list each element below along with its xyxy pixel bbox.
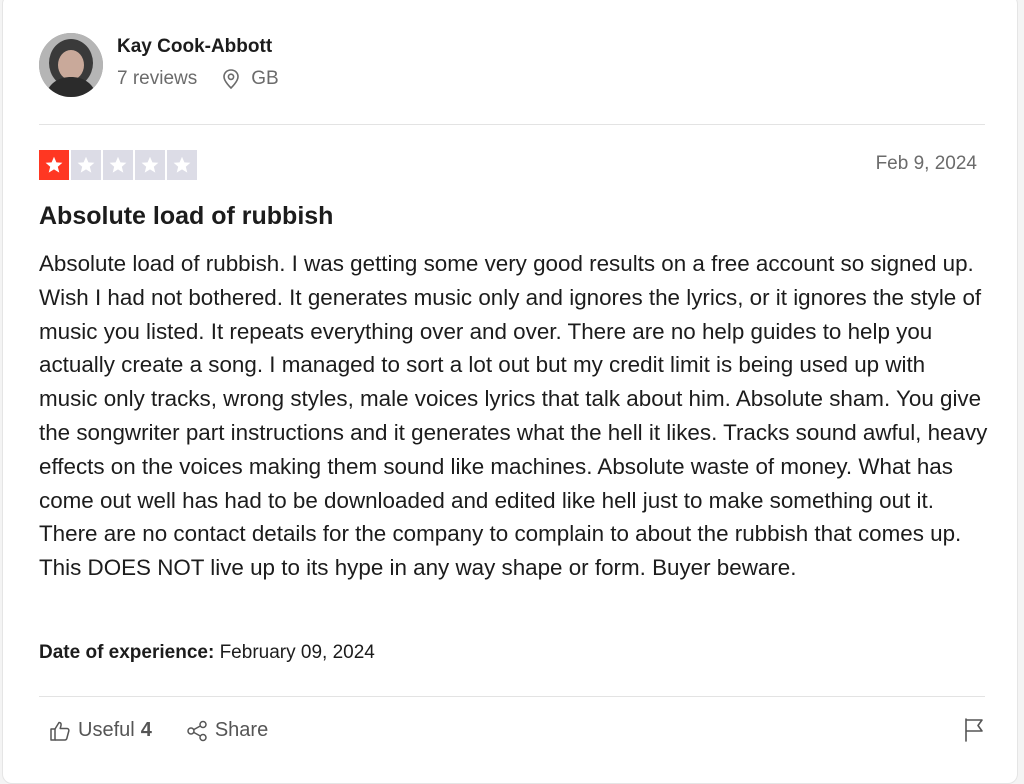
review-title[interactable]: Absolute load of rubbish bbox=[39, 202, 333, 231]
consumer-meta: 7 reviews GB bbox=[117, 68, 279, 90]
review-date: Feb 9, 2024 bbox=[875, 153, 977, 174]
star-icon bbox=[135, 150, 165, 180]
share-button[interactable]: Share bbox=[186, 719, 268, 742]
star-icon bbox=[39, 150, 69, 180]
star-rating bbox=[39, 150, 197, 180]
share-label: Share bbox=[214, 719, 269, 741]
header-divider bbox=[39, 124, 985, 125]
consumer-country: GB bbox=[251, 68, 279, 89]
share-icon bbox=[187, 720, 207, 741]
experience-label: Date of experience: bbox=[39, 642, 215, 663]
location-pin-icon bbox=[221, 68, 241, 90]
footer-divider bbox=[39, 696, 985, 697]
flag-icon bbox=[965, 718, 983, 742]
consumer-name[interactable]: Kay Cook-Abbott bbox=[117, 36, 279, 58]
experience-date: February 09, 2024 bbox=[219, 642, 375, 663]
avatar[interactable] bbox=[39, 33, 103, 97]
date-of-experience: Date of experience: February 09, 2024 bbox=[39, 642, 375, 664]
useful-label: Useful bbox=[78, 719, 135, 741]
review-card: Kay Cook-Abbott 7 reviews GB Feb 9, 2024… bbox=[2, 0, 1018, 784]
review-actions: Useful 4 Share bbox=[49, 719, 268, 742]
report-flag-button[interactable] bbox=[963, 717, 985, 748]
thumbs-up-icon bbox=[50, 721, 70, 741]
useful-button[interactable]: Useful 4 bbox=[49, 719, 152, 742]
reviews-count: 7 reviews bbox=[117, 68, 198, 89]
consumer-info: Kay Cook-Abbott 7 reviews GB bbox=[117, 36, 279, 90]
useful-count: 4 bbox=[140, 719, 152, 741]
consumer-header: Kay Cook-Abbott 7 reviews GB bbox=[39, 33, 279, 97]
star-icon bbox=[71, 150, 101, 180]
star-icon bbox=[103, 150, 133, 180]
star-icon bbox=[167, 150, 197, 180]
review-body: Absolute load of rubbish. I was getting … bbox=[39, 251, 988, 581]
